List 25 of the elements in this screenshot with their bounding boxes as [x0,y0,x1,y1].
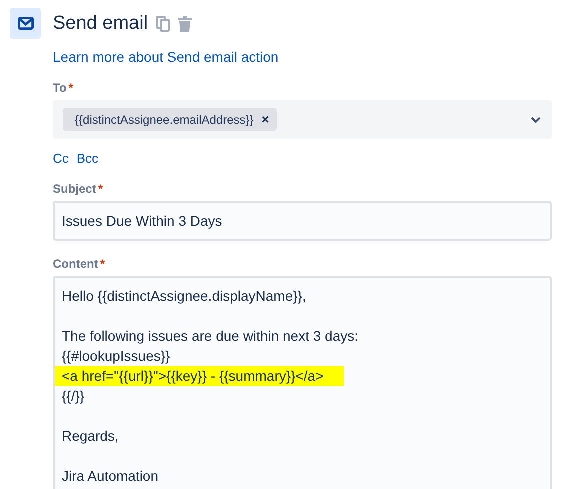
cc-link[interactable]: Cc [53,151,69,166]
copy-icon[interactable] [156,16,170,32]
remove-tag-button[interactable]: × [262,112,270,127]
field-label: To * [53,81,74,95]
text-line: The following issues are due within next 3 days: [62,327,358,346]
text-line: Jira Automation [62,467,158,486]
required-mark: * [98,182,104,196]
text-line: {{#lookupIssues}} [62,347,170,366]
chevron-down-icon[interactable] [530,116,542,124]
to-select[interactable]: {{distinctAssignee.emailAddress}} × [53,100,552,139]
content-field[interactable]: Hello {{distinctAssignee.displayName}}, The following issues are due within next 3 days: {{#lookupIssues}} <a href="{{url}}">{{key}} - {{summary}}</a> {{/}} Regards, Jira Automation [53,276,552,489]
field-label: Content * [53,257,106,271]
trash-icon[interactable] [178,16,192,32]
text-line: {{/}} [62,387,85,406]
subject-field[interactable]: Issues Due Within 3 Days [53,201,552,241]
field-label: Subject * [53,182,104,196]
action-title: Send email [53,12,148,34]
text-line: Regards, [62,427,119,446]
learn-more-link[interactable]: Learn more about Send email action [53,49,279,65]
recipient-text: {{distinctAssignee.emailAddress}} [75,112,254,126]
cc-link[interactable]: Bcc [76,151,99,166]
required-mark: * [100,257,105,271]
required-mark: * [68,81,74,95]
email-icon [18,17,34,30]
text-line: Hello {{distinctAssignee.displayName}}, [62,287,306,306]
